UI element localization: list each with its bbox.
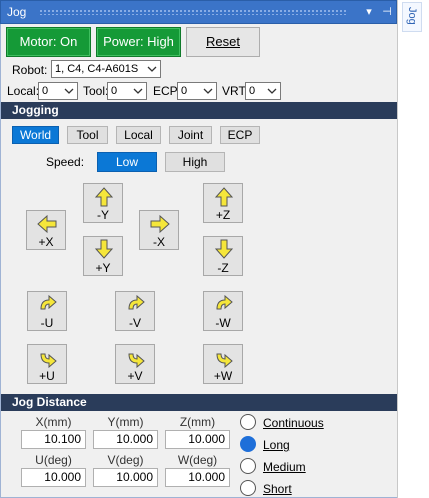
arrow-right-icon: [150, 214, 170, 234]
rotate-ccw-icon: [216, 353, 233, 368]
short-radio[interactable]: [240, 480, 256, 496]
jog-pos-w-button[interactable]: +W: [203, 344, 243, 384]
local-select-value: 0: [42, 85, 49, 97]
jog-panel: Motor: On Power: High Reset Robot: 1, C4…: [0, 24, 397, 498]
dock-side-strip: Jog: [397, 0, 429, 498]
tab-world[interactable]: World: [12, 126, 59, 144]
ecp-select-value: 0: [181, 85, 188, 97]
reset-button[interactable]: Reset: [186, 27, 260, 57]
title-bar-grip: [39, 9, 348, 15]
rotate-cw-icon: [40, 295, 57, 310]
tool-select-value: 0: [111, 85, 118, 97]
side-tab-jog[interactable]: Jog: [402, 2, 422, 32]
chevron-down-icon: [203, 88, 213, 94]
local-select[interactable]: 0: [38, 82, 78, 100]
reset-button-label: Reset: [206, 34, 240, 49]
ecp-select[interactable]: 0: [177, 82, 217, 100]
y-distance-label: Y(mm): [107, 415, 144, 429]
rotate-ccw-icon: [40, 353, 57, 368]
z-distance-field[interactable]: 10.000: [165, 430, 230, 449]
jog-pos-v-label: +V: [127, 369, 143, 383]
chevron-down-icon: [133, 88, 143, 94]
v-distance-field[interactable]: 10.000: [93, 468, 158, 487]
jog-neg-z-label: -Z: [217, 261, 229, 275]
jog-pos-z-button[interactable]: +Z: [203, 183, 243, 223]
pin-icon[interactable]: ⊣: [379, 4, 395, 20]
chevron-down-icon: [64, 88, 74, 94]
medium-radio[interactable]: [240, 458, 256, 474]
long-radio-label: Long: [263, 438, 290, 452]
x-distance-field[interactable]: 10.100: [21, 430, 86, 449]
tab-joint[interactable]: Joint: [169, 126, 212, 144]
robot-label: Robot:: [12, 63, 48, 77]
window-title-bar[interactable]: Jog ▾ ⊣: [0, 0, 397, 24]
rotate-cw-icon: [216, 295, 233, 310]
chevron-down-icon: [267, 88, 277, 94]
speed-high-button[interactable]: High: [165, 152, 225, 172]
robot-select-value: 1, C4, C4-A601S: [55, 63, 139, 75]
chevron-down-icon: [147, 66, 157, 72]
continuous-radio-label: Continuous: [263, 416, 324, 430]
jog-pos-x-label: +X: [38, 235, 54, 249]
v-distance-label: V(deg): [107, 453, 144, 467]
long-radio[interactable]: [240, 436, 256, 452]
jog-neg-x-label: -X: [153, 235, 165, 249]
jog-pos-x-button[interactable]: +X: [26, 210, 66, 250]
medium-radio-label: Medium: [263, 460, 306, 474]
jog-pos-v-button[interactable]: +V: [115, 344, 155, 384]
w-distance-field[interactable]: 10.000: [165, 468, 230, 487]
arrow-down-icon: [94, 239, 114, 259]
tab-ecp[interactable]: ECP: [220, 126, 260, 144]
tool-select[interactable]: 0: [107, 82, 147, 100]
y-distance-field[interactable]: 10.000: [93, 430, 158, 449]
jog-pos-u-button[interactable]: +U: [27, 344, 67, 384]
jog-neg-w-button[interactable]: -W: [203, 291, 243, 331]
jog-neg-y-button[interactable]: -Y: [83, 183, 123, 223]
robot-select[interactable]: 1, C4, C4-A601S: [51, 60, 161, 78]
jog-neg-y-label: -Y: [97, 208, 109, 222]
jog-neg-w-label: -W: [215, 316, 231, 330]
tab-local[interactable]: Local: [116, 126, 161, 144]
vrt-select-value: 0: [249, 85, 256, 97]
rotate-ccw-icon: [128, 353, 145, 368]
jog-neg-v-label: -V: [129, 316, 141, 330]
jog-pos-y-button[interactable]: +Y: [83, 236, 123, 276]
speed-label: Speed:: [46, 155, 85, 169]
speed-low-button[interactable]: Low: [97, 152, 157, 172]
jog-pos-w-label: +W: [213, 369, 233, 383]
jog-pos-z-label: +Z: [215, 208, 231, 222]
jog-neg-u-button[interactable]: -U: [27, 291, 67, 331]
rotate-cw-icon: [128, 295, 145, 310]
local-label: Local:: [7, 84, 40, 98]
arrow-up-icon: [94, 187, 114, 207]
jog-neg-u-label: -U: [40, 316, 54, 330]
vrt-label: VRT:: [222, 84, 248, 98]
power-status-button[interactable]: Power: High: [96, 27, 181, 57]
jog-neg-x-button[interactable]: -X: [139, 210, 179, 250]
window-title: Jog: [7, 5, 27, 19]
tab-tool[interactable]: Tool: [67, 126, 108, 144]
u-distance-field[interactable]: 10.000: [21, 468, 86, 487]
u-distance-label: U(deg): [35, 453, 72, 467]
arrow-down-icon: [214, 239, 234, 259]
motor-status-button[interactable]: Motor: On: [6, 27, 91, 57]
window-menu-icon[interactable]: ▾: [361, 4, 377, 20]
jog-pos-y-label: +Y: [95, 261, 111, 275]
jog-pos-u-label: +U: [39, 369, 55, 383]
jog-distance-section-header: Jog Distance: [1, 394, 397, 411]
jog-neg-z-button[interactable]: -Z: [203, 236, 243, 276]
vrt-select[interactable]: 0: [245, 82, 281, 100]
z-distance-label: Z(mm): [179, 415, 216, 429]
short-radio-label: Short: [263, 482, 292, 496]
x-distance-label: X(mm): [35, 415, 72, 429]
arrow-left-icon: [37, 214, 57, 234]
arrow-up-icon: [214, 187, 234, 207]
jogging-section-header: Jogging: [1, 102, 397, 119]
w-distance-label: W(deg): [177, 453, 218, 467]
tool-label: Tool:: [83, 84, 109, 98]
jog-neg-v-button[interactable]: -V: [115, 291, 155, 331]
continuous-radio[interactable]: [240, 414, 256, 430]
